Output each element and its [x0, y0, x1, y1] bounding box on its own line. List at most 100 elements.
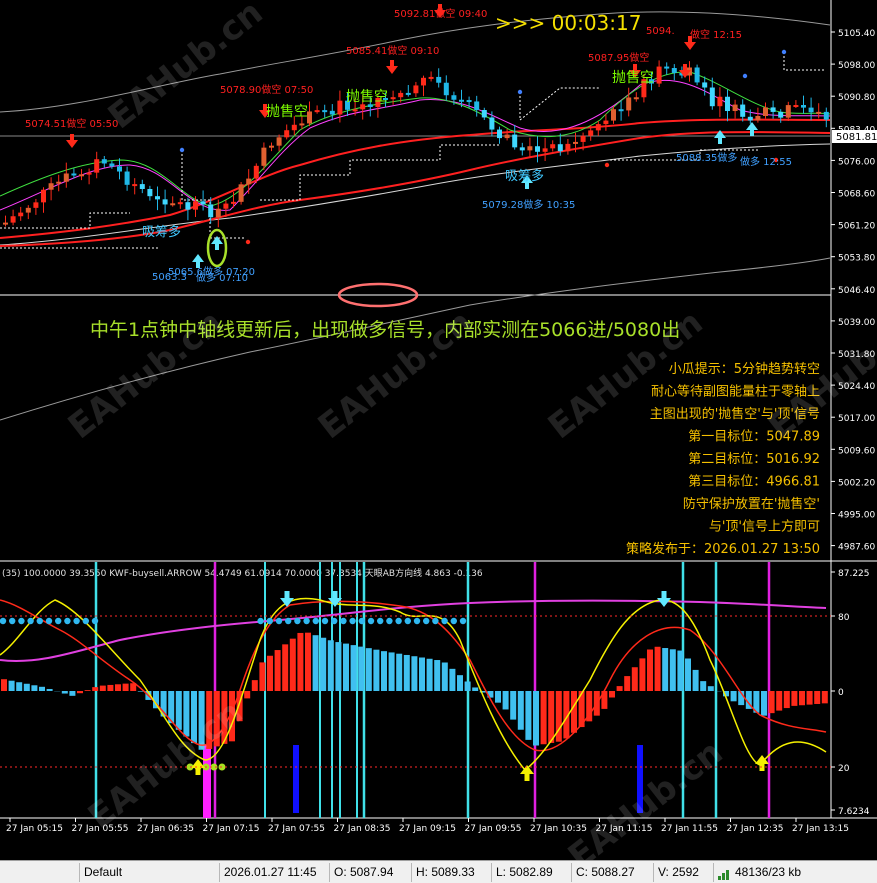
- level-dot: [404, 617, 411, 625]
- current-price: 5081.81: [836, 132, 877, 143]
- histogram-bar: [647, 649, 653, 691]
- histogram-bar: [449, 668, 456, 691]
- level-dot: [266, 617, 273, 625]
- histogram-bar: [426, 658, 433, 691]
- candle-body: [611, 109, 616, 121]
- price-label: 5009.60: [838, 446, 875, 456]
- level-dot: [450, 617, 457, 625]
- candle-body: [732, 104, 738, 112]
- histogram-bar: [814, 691, 821, 704]
- candle-body: [193, 201, 198, 210]
- candle-body: [299, 123, 305, 126]
- time-label: 27 Jan 12:35: [727, 824, 784, 834]
- histogram-bar: [77, 691, 83, 694]
- candle-body: [215, 208, 221, 218]
- histogram-bar: [274, 650, 281, 691]
- price-label: 5098.00: [838, 61, 875, 71]
- step-dot: [517, 89, 523, 95]
- sub-axis-label: 0: [838, 688, 844, 698]
- status-close: C: 5088.27: [572, 862, 654, 882]
- candle-body: [329, 110, 335, 115]
- connection-icon: [718, 867, 732, 881]
- status-high: H: 5089.33: [412, 862, 492, 882]
- level-dot: [285, 617, 292, 625]
- level-dot: [294, 617, 301, 625]
- histogram-bar: [61, 691, 68, 694]
- candle-body: [481, 110, 487, 118]
- sub-axis-label: 7.6234: [838, 807, 870, 817]
- candle-body: [33, 202, 39, 208]
- signal-label: 做空 12:15: [690, 28, 742, 41]
- candle-body: [177, 202, 183, 205]
- histogram-bar: [46, 688, 53, 691]
- chart-area[interactable]: 5074.51做空 05:50 5078.90做空 07:50 5085.41做空 …: [0, 0, 877, 877]
- candle-body: [48, 183, 54, 190]
- status-profile[interactable]: Default: [80, 862, 220, 882]
- candle-body: [747, 116, 753, 121]
- histogram-bar: [639, 658, 646, 691]
- histogram-bar: [259, 662, 266, 691]
- histogram-bar: [806, 691, 813, 705]
- step-dot: [742, 73, 748, 79]
- histogram-bar: [107, 684, 114, 691]
- signal-label: 5085.41做空 09:10: [346, 44, 439, 57]
- step-dot: [781, 49, 787, 55]
- candle-body: [413, 85, 419, 94]
- candle-body: [618, 109, 624, 112]
- time-label: 27 Jan 13:15: [792, 824, 849, 834]
- histogram-bar: [761, 691, 767, 716]
- candle-body: [223, 203, 229, 209]
- candle-body: [535, 146, 540, 152]
- candle-body: [132, 184, 138, 187]
- price-label: 5002.20: [838, 478, 875, 488]
- candle-body: [117, 166, 122, 172]
- candle-body: [671, 68, 677, 73]
- candle-body: [269, 145, 274, 148]
- candle-body: [436, 76, 442, 83]
- candle-body: [694, 67, 700, 83]
- price-label: 5039.00: [838, 318, 875, 328]
- candle-body: [200, 201, 206, 205]
- level-dot: [275, 617, 283, 625]
- note-line: 与'顶'信号上方即可: [709, 519, 820, 535]
- note-line: 小瓜提示：5分钟趋势转空: [669, 361, 820, 377]
- histogram-bar: [175, 691, 182, 730]
- level-dot: [312, 617, 319, 625]
- candle-body: [664, 66, 670, 69]
- histogram-bar: [533, 691, 539, 746]
- histogram-bar: [525, 691, 532, 740]
- signal-labels: 5074.51做空 05:50 5078.90做空 07:50 5085.41做空 …: [25, 7, 792, 284]
- histogram-bar: [419, 657, 425, 691]
- candle-body: [162, 199, 168, 205]
- candle-body: [109, 163, 115, 167]
- histogram-bar: [305, 632, 311, 691]
- histogram-bar: [84, 690, 91, 691]
- candle-body: [489, 117, 495, 130]
- candle-body: [170, 203, 176, 206]
- candle-body: [79, 174, 84, 177]
- level-dot: [395, 617, 402, 625]
- dotted-step: [519, 87, 600, 122]
- candle-body: [63, 173, 69, 182]
- histogram-bar: [685, 658, 691, 691]
- histogram-bar: [434, 660, 441, 691]
- histogram-bar: [297, 632, 304, 691]
- candle-body: [86, 172, 92, 175]
- candle-body: [3, 222, 8, 225]
- histogram-bar: [23, 683, 30, 691]
- histogram-bar: [707, 686, 714, 691]
- buy-arrow-icon: [211, 236, 223, 250]
- candle-body: [428, 76, 434, 79]
- candle-body: [778, 111, 784, 118]
- candle-body: [443, 82, 449, 96]
- signal-label: 5087.95做空: [588, 51, 649, 64]
- candle-body: [238, 184, 244, 202]
- candle-body: [763, 107, 768, 117]
- histogram-bar: [396, 653, 403, 691]
- level-dot: [18, 617, 25, 625]
- histogram-bar: [571, 691, 577, 733]
- level-dot: [27, 617, 34, 625]
- note-line: 策略发布于：2026.01.27 13:50: [626, 541, 820, 557]
- histogram-bar: [365, 648, 372, 691]
- histogram-bar: [700, 681, 707, 691]
